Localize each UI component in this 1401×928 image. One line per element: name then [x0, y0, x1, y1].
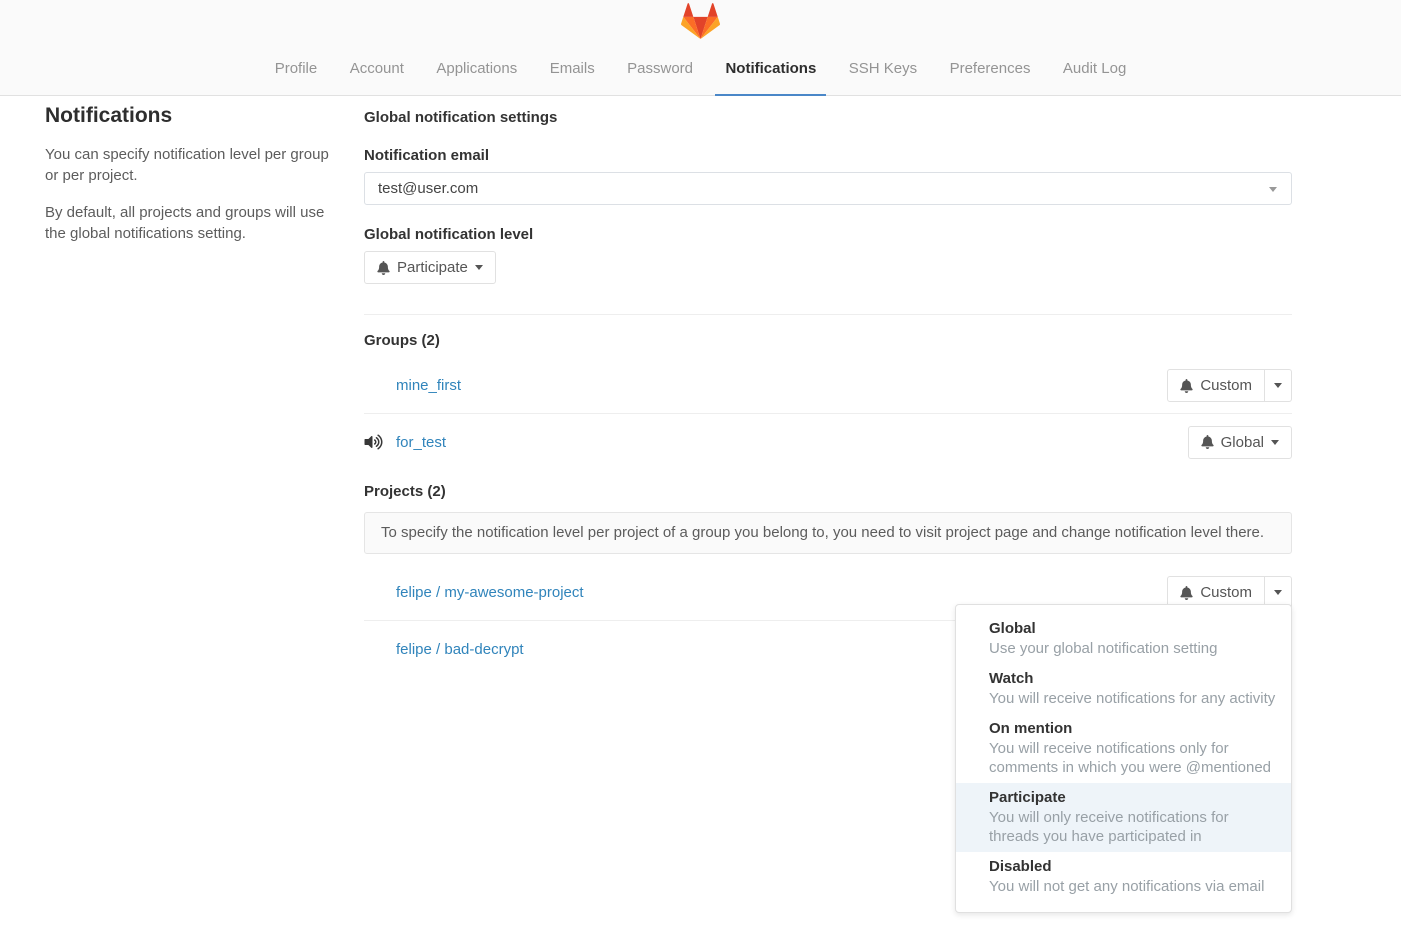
- notification-email-label: Notification email: [364, 147, 1292, 164]
- bell-icon: [377, 261, 390, 275]
- dropdown-item-title: Watch: [989, 669, 1279, 689]
- dropdown-item-title: Disabled: [989, 857, 1279, 877]
- bell-icon: [1180, 586, 1193, 600]
- dropdown-item-description: You will not get any notifications via e…: [989, 877, 1279, 896]
- sidebar-description-2: By default, all projects and groups will…: [45, 202, 345, 245]
- chevron-down-icon: [1269, 187, 1277, 192]
- tab-notifications[interactable]: Notifications: [715, 47, 826, 96]
- main-content: Global notification settings Notificatio…: [364, 96, 1292, 677]
- page-title: Notifications: [45, 104, 345, 128]
- tab-account[interactable]: Account: [340, 47, 414, 96]
- tab-profile[interactable]: Profile: [265, 47, 328, 96]
- gitlab-tanuki-icon: [681, 3, 720, 39]
- chevron-down-icon: [1271, 440, 1279, 445]
- tab-ssh-keys[interactable]: SSH Keys: [839, 47, 927, 96]
- profile-settings-tabs: Profile Account Applications Emails Pass…: [0, 47, 1401, 96]
- groups-list: mine_first Custom for_test Global: [364, 358, 1292, 470]
- tab-preferences[interactable]: Preferences: [940, 47, 1041, 96]
- project-link-my-awesome-project[interactable]: felipe / my-awesome-project: [396, 584, 584, 601]
- dropdown-item-on-mention[interactable]: On mention You will receive notification…: [956, 714, 1291, 783]
- chevron-down-icon: [1274, 590, 1282, 595]
- gitlab-logo[interactable]: [681, 3, 720, 39]
- group-link-for-test[interactable]: for_test: [396, 434, 446, 451]
- notification-level-dropdown: Global Use your global notification sett…: [955, 604, 1292, 913]
- sidebar-description-1: You can specify notification level per g…: [45, 144, 345, 187]
- dropdown-item-title: On mention: [989, 719, 1279, 739]
- dropdown-item-description: You will only receive notifications for …: [989, 808, 1279, 846]
- group-row-mine-first: mine_first Custom: [364, 358, 1292, 414]
- dropdown-item-title: Participate: [989, 788, 1279, 808]
- dropdown-item-description: Use your global notification setting: [989, 639, 1279, 658]
- sidebar: Notifications You can specify notificati…: [45, 104, 345, 259]
- section-divider: [364, 314, 1292, 315]
- dropdown-item-disabled[interactable]: Disabled You will not get any notificati…: [956, 852, 1291, 902]
- dropdown-item-watch[interactable]: Watch You will receive notifications for…: [956, 664, 1291, 714]
- groups-heading: Groups (2): [364, 332, 1292, 349]
- projects-heading: Projects (2): [364, 483, 1292, 500]
- tab-password[interactable]: Password: [617, 47, 703, 96]
- notification-email-select[interactable]: test@user.com: [364, 172, 1292, 205]
- dropdown-item-title: Global: [989, 619, 1279, 639]
- group-level-button-label: Custom: [1200, 377, 1252, 394]
- chevron-down-icon: [1274, 383, 1282, 388]
- project-link-bad-decrypt[interactable]: felipe / bad-decrypt: [396, 641, 524, 658]
- volume-up-icon: [364, 434, 396, 450]
- bell-icon: [1201, 435, 1214, 449]
- project-level-button-label: Custom: [1200, 584, 1252, 601]
- group-level-split-button: Custom: [1167, 369, 1292, 402]
- level-button-label: Participate: [397, 259, 468, 276]
- tab-audit-log[interactable]: Audit Log: [1053, 47, 1136, 96]
- tab-applications[interactable]: Applications: [426, 47, 527, 96]
- chevron-down-icon: [475, 265, 483, 270]
- tab-emails[interactable]: Emails: [540, 47, 605, 96]
- group-level-button-label: Global: [1221, 434, 1264, 451]
- group-level-caret-button[interactable]: [1265, 369, 1292, 402]
- dropdown-item-participate[interactable]: Participate You will only receive notifi…: [956, 783, 1291, 852]
- dropdown-item-description: You will receive notifications for any a…: [989, 689, 1279, 708]
- group-link-mine-first[interactable]: mine_first: [396, 377, 461, 394]
- notification-email-value: test@user.com: [378, 180, 478, 197]
- group-level-button[interactable]: Custom: [1167, 369, 1265, 402]
- global-notification-level-button[interactable]: Participate: [364, 251, 496, 284]
- header: Profile Account Applications Emails Pass…: [0, 0, 1401, 96]
- group-row-for-test: for_test Global: [364, 414, 1292, 470]
- bell-icon: [1180, 379, 1193, 393]
- dropdown-item-description: You will receive notifications only for …: [989, 739, 1279, 777]
- projects-info-note: To specify the notification level per pr…: [364, 512, 1292, 554]
- group-level-button[interactable]: Global: [1188, 426, 1292, 459]
- dropdown-item-global[interactable]: Global Use your global notification sett…: [956, 614, 1291, 664]
- global-notification-level-label: Global notification level: [364, 226, 1292, 243]
- global-settings-heading: Global notification settings: [364, 109, 1292, 126]
